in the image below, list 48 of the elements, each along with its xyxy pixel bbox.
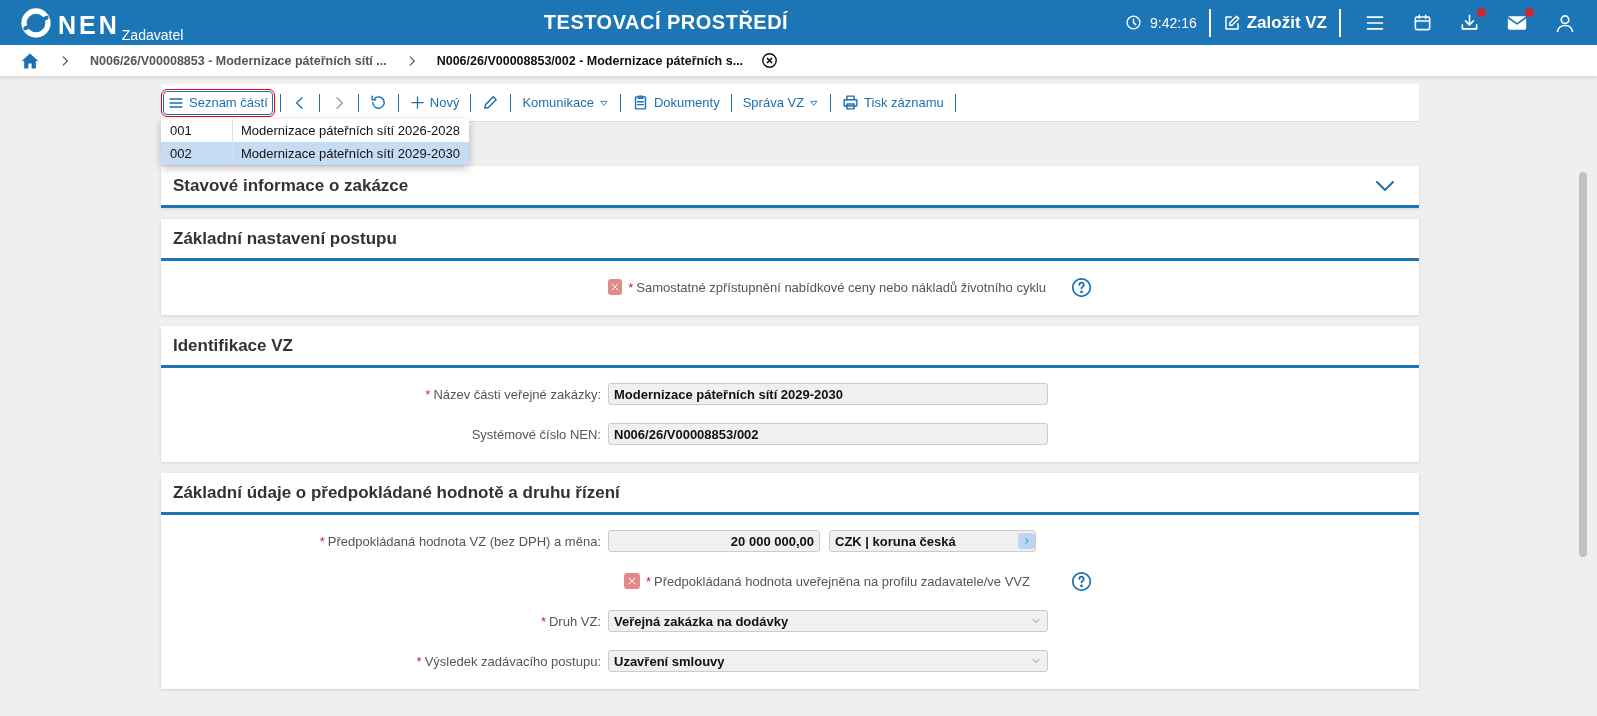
logo-subtitle: Zadavatel bbox=[121, 26, 184, 43]
download-icon bbox=[1460, 13, 1479, 32]
new-button[interactable]: Nový bbox=[405, 92, 464, 113]
clock-icon bbox=[1125, 14, 1142, 31]
amount-field[interactable]: 20 000 000,00 bbox=[608, 530, 820, 552]
logo-text: NEN bbox=[58, 10, 120, 39]
field-label: * Výsledek zadávacího postupu: bbox=[415, 653, 601, 669]
checkbox-label: * Samostatné zpřístupnění nabídkové ceny nebo nákladů životního cyklu bbox=[628, 279, 1046, 295]
section-title: Stavové informace o zakázce bbox=[173, 175, 409, 196]
text-field[interactable]: N006/26/V00008853/002 bbox=[608, 423, 1048, 445]
clock-time: 9:42:16 bbox=[1150, 14, 1197, 31]
pencil-icon bbox=[482, 94, 500, 111]
refresh-icon bbox=[369, 94, 387, 111]
breadcrumb-link[interactable]: N006/26/V00008853/002 - Modernizace páteřních s... bbox=[436, 53, 744, 68]
edit-icon bbox=[1222, 13, 1241, 32]
help-icon bbox=[1071, 276, 1092, 298]
select-field[interactable]: Veřejná zakázka na dodávky bbox=[608, 610, 1048, 632]
documents-button[interactable]: Dokumenty bbox=[627, 91, 724, 114]
breadcrumb-link[interactable]: N006/26/V00008853 - Modernizace páteřních sítí ... bbox=[90, 53, 387, 68]
printer-icon bbox=[842, 94, 860, 111]
print-button[interactable]: Tisk záznamu bbox=[838, 91, 948, 114]
logo-ring-icon bbox=[20, 6, 52, 39]
field-label: * Druh VZ: bbox=[539, 613, 601, 629]
section-title: Identifikace VZ bbox=[173, 335, 293, 356]
help-icon bbox=[1071, 570, 1092, 592]
close-tab-button[interactable] bbox=[761, 52, 779, 69]
yes-no-toggle[interactable] bbox=[624, 573, 641, 589]
field-label: * Název části veřejné zakázky: bbox=[424, 386, 601, 402]
scrollbar-thumb[interactable] bbox=[1579, 172, 1587, 557]
section-title: Základní nastavení postupu bbox=[173, 228, 397, 249]
parts-list-button[interactable]: Seznam částí bbox=[163, 90, 273, 115]
yes-no-toggle[interactable] bbox=[608, 279, 623, 295]
communication-menu[interactable]: Komunikace bbox=[518, 92, 613, 113]
environment-title: TESTOVACÍ PROSTŘEDÍ bbox=[543, 11, 789, 33]
calendar-icon bbox=[1413, 13, 1432, 32]
section-title: Základní údaje o předpokládané hodnotě a druhu řízení bbox=[173, 482, 620, 503]
text-field[interactable]: Modernizace páteřních sítí 2029-2030 bbox=[608, 383, 1048, 405]
field-label: * Předpokládaná hodnota VZ (bez DPH) a měna: bbox=[318, 533, 601, 549]
select-field[interactable]: Uzavření smlouvy bbox=[608, 650, 1048, 672]
field-label: Systémové číslo NEN: bbox=[470, 426, 601, 442]
user-icon bbox=[1555, 12, 1575, 33]
management-menu[interactable]: Správa VZ bbox=[738, 92, 824, 113]
create-button[interactable]: Založit VZ bbox=[1210, 8, 1339, 37]
close-icon bbox=[761, 52, 779, 69]
plus-icon bbox=[409, 95, 425, 110]
currency-field[interactable]: CZK | koruna česká bbox=[829, 530, 1036, 552]
part-option[interactable]: 002 Modernizace páteřních sítí 2029-2030 bbox=[161, 142, 469, 165]
checkbox-label: * Předpokládaná hodnota uveřejněna na profilu zadavatele/ve VVZ bbox=[646, 573, 1030, 589]
